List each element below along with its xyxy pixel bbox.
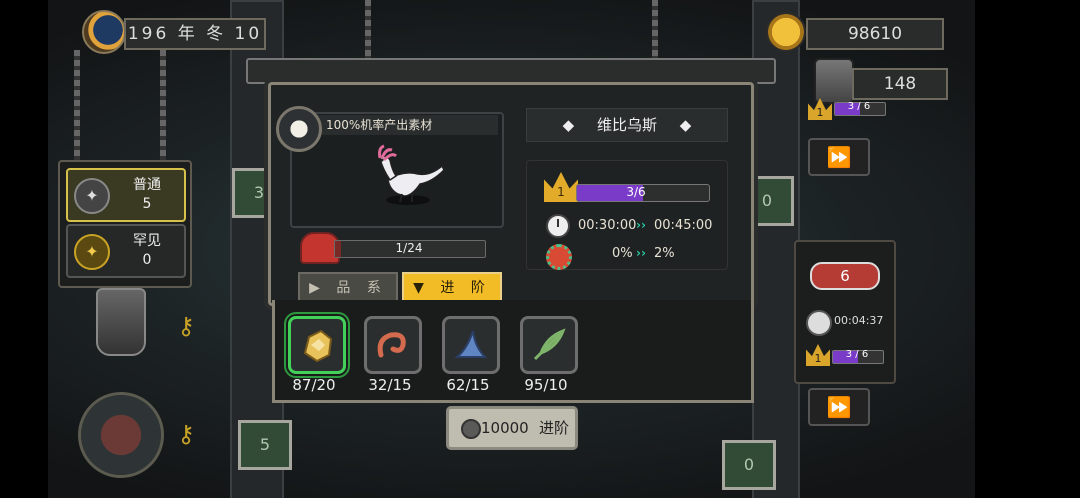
rarity-label: 普通 xyxy=(133,177,161,193)
advance-label: 进阶 xyxy=(539,419,570,437)
name-left-mark: ◆ xyxy=(562,116,575,134)
pen-level-text: 3 / 6 xyxy=(845,349,869,360)
clock-icon xyxy=(546,214,570,238)
upgrade-arrow-icon: ›› xyxy=(636,246,646,260)
key-icon: ⚷ xyxy=(177,420,195,448)
material-slot-worm[interactable] xyxy=(364,316,422,374)
gold-coin-icon xyxy=(766,12,806,52)
dinosaur-creature-icon xyxy=(378,144,445,205)
timer-icon xyxy=(806,310,832,336)
green-leaf-icon xyxy=(533,328,566,361)
rare-rarity-icon: ✦ xyxy=(74,234,110,270)
top-level-indicator: 1 3 / 6 xyxy=(808,98,898,120)
blue-fin-icon xyxy=(454,330,488,358)
rate-current: 0% xyxy=(612,246,633,261)
rarity-filter-panel: ✦ 普通 5 ✦ 罕见 0 xyxy=(58,160,192,288)
rarity-item-rare[interactable]: ✦ 罕见 0 xyxy=(66,224,186,278)
pen-info-card[interactable]: 6 00:04:37 1 3 / 6 xyxy=(794,240,896,384)
meat-count-badge: 6 xyxy=(810,262,880,290)
creature-name-banner: ◆ 维比乌斯 ◆ xyxy=(526,108,728,142)
barrel-emblem-icon[interactable] xyxy=(96,288,146,356)
season-moon-icon xyxy=(82,10,126,54)
chain xyxy=(160,50,166,160)
material-count: 95/10 xyxy=(524,376,568,394)
chain xyxy=(365,0,371,60)
creature-name: 维比乌斯 xyxy=(596,116,657,134)
material-count: 32/15 xyxy=(368,376,412,394)
rate-next: 2% xyxy=(654,246,675,261)
rarity-count: 5 xyxy=(142,196,152,212)
advance-button[interactable]: 10000 进阶 xyxy=(446,406,578,450)
material-drop-header: 100%机率产出素材 xyxy=(308,115,498,135)
material-slot-green-leaf[interactable] xyxy=(520,316,578,374)
pen-plate-left-bottom[interactable]: 5 xyxy=(238,420,292,470)
coin-icon xyxy=(461,419,481,439)
game-scene: 3 0 5 0 196 年 冬 10 98610 148 1 3 / 6 ⏩ ✦… xyxy=(0,0,1080,498)
name-right-mark: ◆ xyxy=(679,116,692,134)
advance-cost: 10000 xyxy=(481,419,529,437)
fast-forward-button[interactable]: ⏩ xyxy=(808,138,870,176)
tab-label: 进 阶 xyxy=(440,280,491,296)
material-count: 87/20 xyxy=(292,376,336,394)
right-letterbox xyxy=(975,0,1080,498)
crown-icon: 1 xyxy=(808,98,832,120)
tab-label: 品 系 xyxy=(336,280,387,296)
gold-count: 98610 xyxy=(806,18,944,50)
common-rarity-icon: ✦ xyxy=(74,178,110,214)
pen-timer: 00:04:37 xyxy=(834,314,884,327)
dialog-frame-top xyxy=(246,58,776,84)
play-icon: ▶ xyxy=(309,280,326,296)
material-count: 62/15 xyxy=(446,376,490,394)
crown-icon: 1 xyxy=(806,344,830,366)
key-icon: ⚷ xyxy=(177,312,195,340)
date-display: 196 年 冬 10 xyxy=(124,18,266,50)
house-icon[interactable] xyxy=(78,392,164,478)
production-rate-icon xyxy=(546,244,572,270)
worm-icon xyxy=(377,332,406,358)
left-letterbox xyxy=(0,0,48,498)
time-current: 00:30:00 xyxy=(578,218,637,233)
top-level-text: 3 / 6 xyxy=(847,101,871,112)
drop-progress-text: 1/24 xyxy=(395,241,423,255)
chain xyxy=(652,0,658,60)
chain xyxy=(74,50,80,160)
creature-level-text: 3/6 xyxy=(626,185,646,199)
fast-forward-button[interactable]: ⏩ xyxy=(808,388,870,426)
material-source-icon xyxy=(276,106,322,152)
barrel-count: 148 xyxy=(852,68,948,100)
rarity-label: 罕见 xyxy=(133,233,161,249)
material-slot-blue-fin[interactable] xyxy=(442,316,500,374)
material-slot-gold-nugget[interactable] xyxy=(288,316,346,374)
time-next: 00:45:00 xyxy=(654,218,713,233)
gold-nugget-icon xyxy=(303,329,333,363)
rarity-count: 0 xyxy=(142,252,152,268)
pen-plate-right-bottom[interactable]: 0 xyxy=(722,440,776,490)
triangle-down-icon: ▼ xyxy=(413,280,430,296)
rarity-item-common[interactable]: ✦ 普通 5 xyxy=(66,168,186,222)
upgrade-arrow-icon: ›› xyxy=(636,218,646,232)
